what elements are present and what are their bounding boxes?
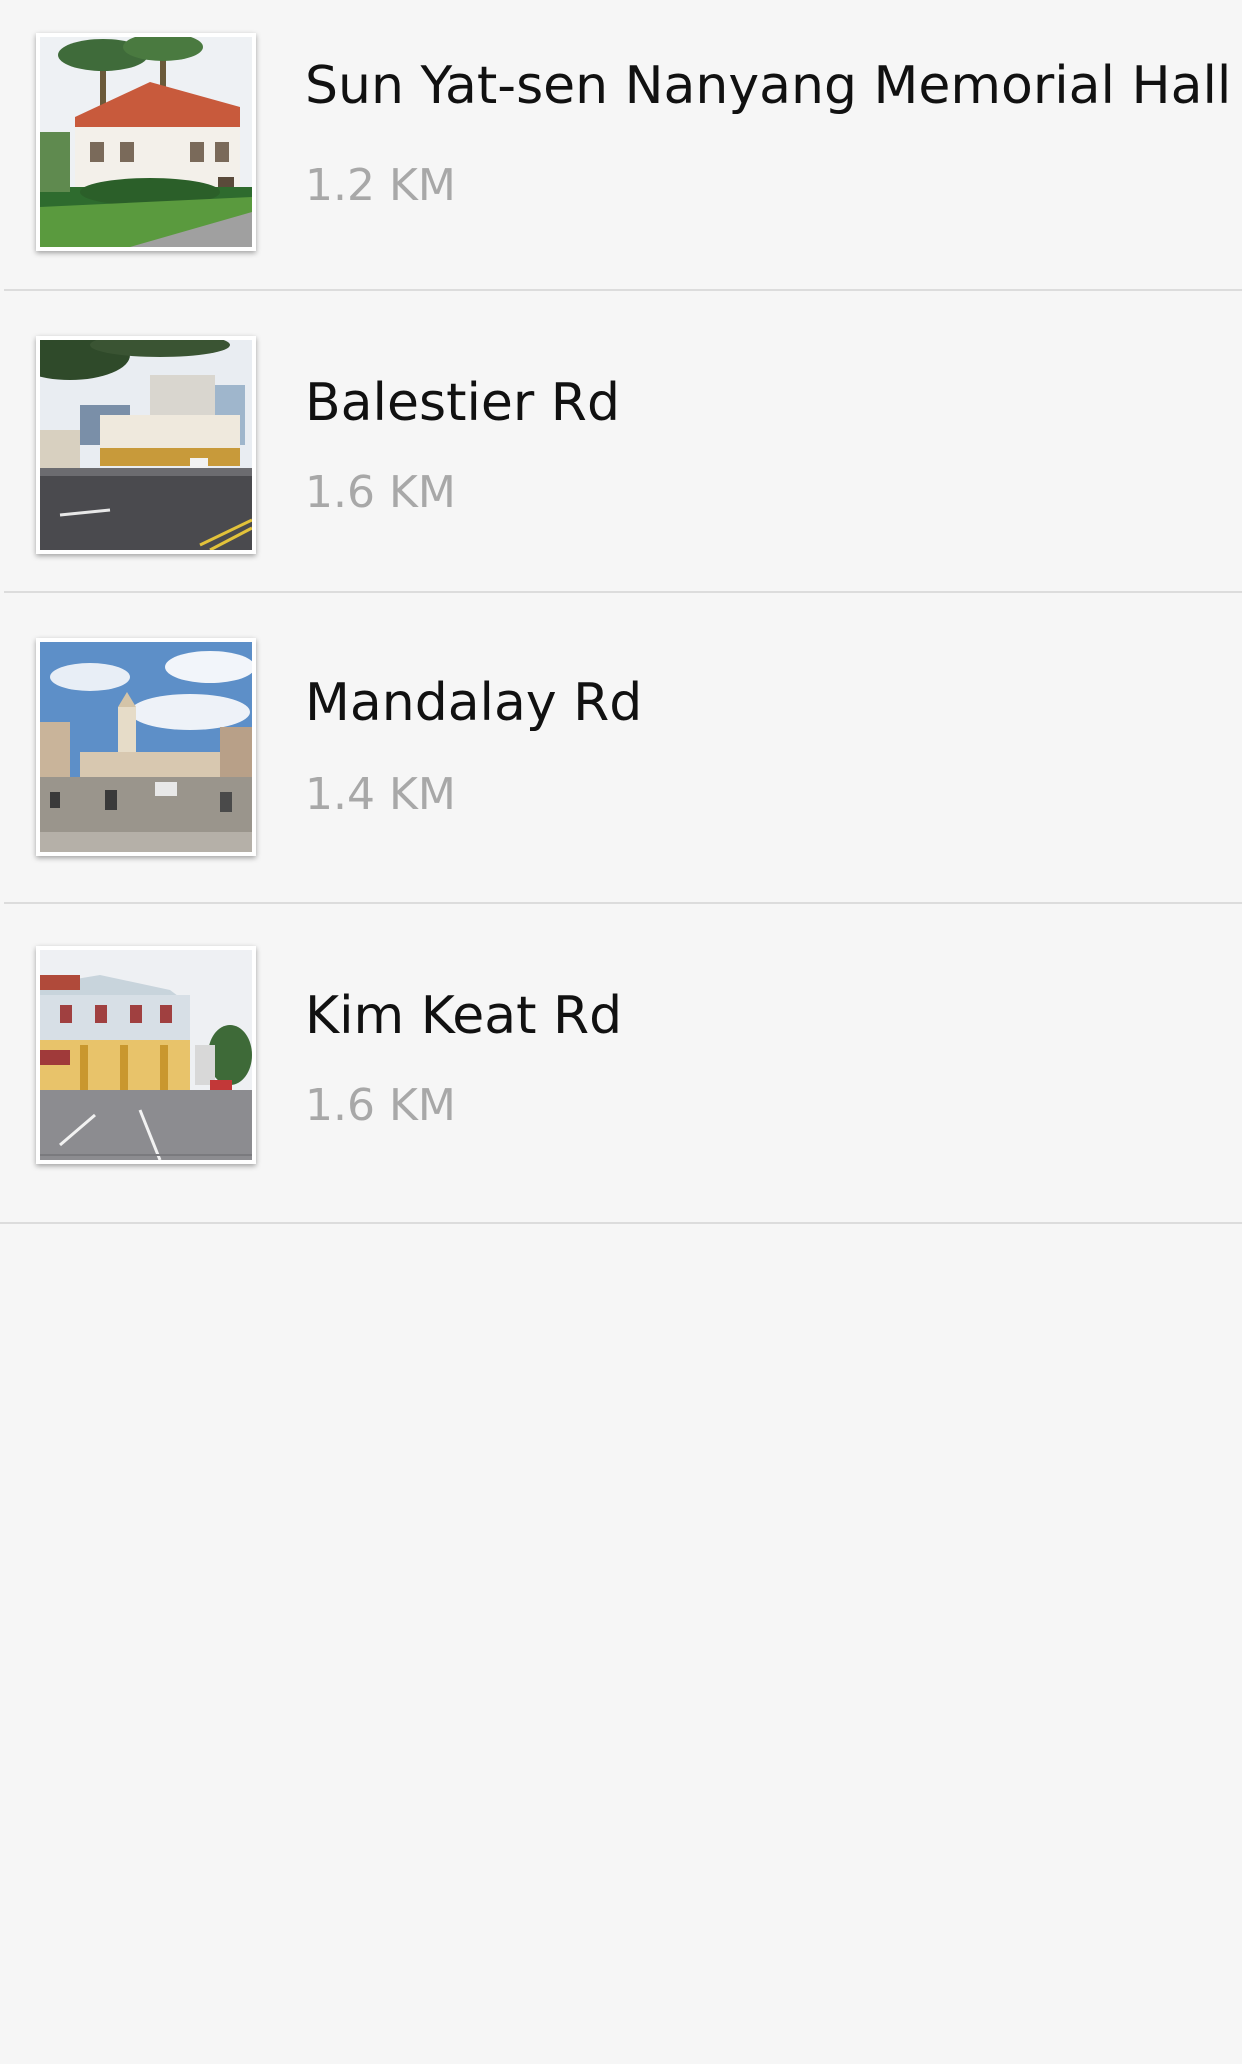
place-name: Balestier Rd	[305, 373, 620, 433]
place-thumbnail-image	[36, 638, 256, 856]
place-name: Kim Keat Rd	[305, 986, 623, 1046]
place-distance: 1.2 KM	[305, 160, 456, 211]
place-distance: 1.6 KM	[305, 467, 456, 518]
place-distance: 1.6 KM	[305, 1080, 456, 1131]
place-thumbnail-image	[36, 336, 256, 554]
place-name: Sun Yat-sen Nanyang Memorial Hall	[305, 56, 1232, 116]
place-thumbnail-image	[36, 946, 256, 1164]
list-item[interactable]: Sun Yat-sen Nanyang Memorial Hall 1.2 KM	[0, 0, 1242, 291]
place-name: Mandalay Rd	[305, 673, 643, 733]
place-distance: 1.4 KM	[305, 769, 456, 820]
list-item[interactable]: Mandalay Rd 1.4 KM	[0, 593, 1242, 904]
place-thumbnail-image	[36, 33, 256, 251]
list-item[interactable]: Kim Keat Rd 1.6 KM	[0, 904, 1242, 1224]
row-divider	[0, 1222, 1242, 1224]
list-item[interactable]: Balestier Rd 1.6 KM	[0, 291, 1242, 593]
